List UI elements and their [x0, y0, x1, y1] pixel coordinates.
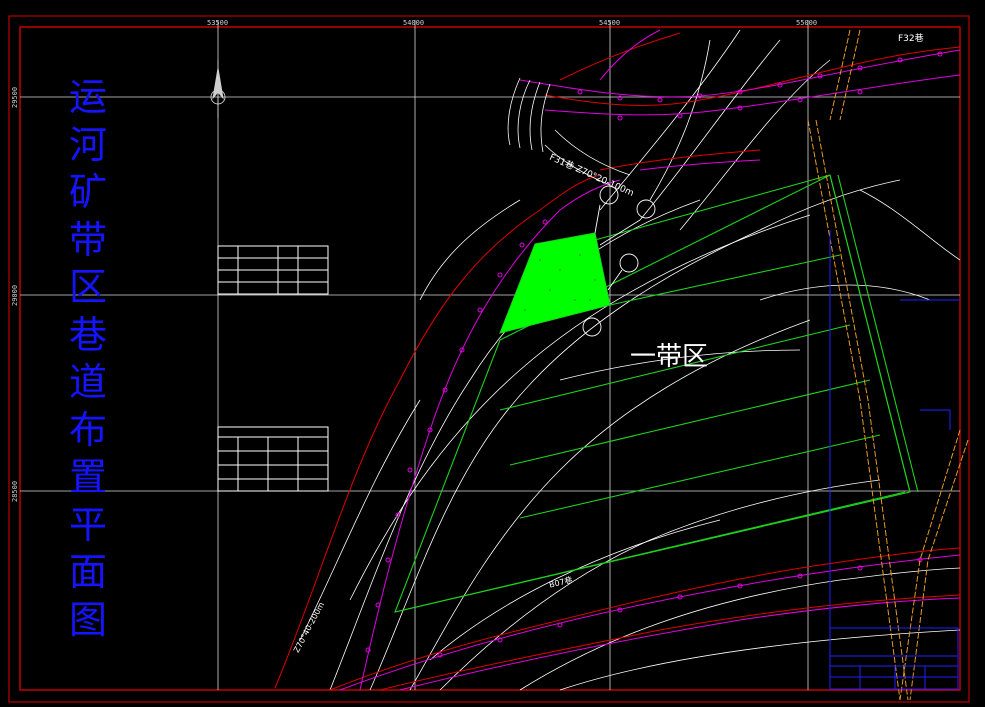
title-char-10: 面 [68, 550, 107, 594]
coord-top-1: 53500 [207, 19, 229, 27]
red-boundary [274, 32, 961, 691]
title-char-8: 置 [68, 455, 107, 499]
title-char-11: 图 [68, 597, 107, 642]
coord-left-2: 29000 [11, 284, 19, 306]
zone-label: 一带区 [630, 342, 709, 372]
title-char-6: 道 [68, 360, 107, 404]
data-table-2 [217, 426, 329, 492]
title-char-7: 布 [68, 407, 107, 452]
title-char-2: 矿 [68, 170, 107, 214]
title-char-4: 区 [68, 265, 107, 309]
cad-drawing [8, 15, 970, 703]
title-char-3: 带 [68, 217, 107, 262]
title-char-0: 运 [68, 75, 107, 119]
inner-frame [19, 26, 961, 691]
blue-boundary [829, 230, 960, 630]
title-char-1: 河 [68, 122, 107, 167]
coord-top-3: 54500 [599, 19, 621, 27]
outer-frame [8, 15, 970, 703]
coord-top-2: 54000 [403, 19, 425, 27]
title-char-5: 巷 [68, 312, 107, 357]
coord-top-4: 55000 [796, 19, 818, 27]
cad-drawing-canvas[interactable]: 运河矿带区巷道布置平面图 53500 54000 54500 55000 295… [0, 0, 985, 707]
road-label-f32: F32巷 [898, 34, 924, 44]
data-table-1 [217, 245, 329, 295]
coord-left-3: 28500 [11, 480, 19, 502]
coord-left-1: 29500 [11, 86, 19, 108]
title-char-9: 平 [68, 502, 107, 547]
drawing-title: 运河矿带区巷道布置平面图 [64, 74, 112, 644]
north-arrow-icon [210, 60, 226, 118]
